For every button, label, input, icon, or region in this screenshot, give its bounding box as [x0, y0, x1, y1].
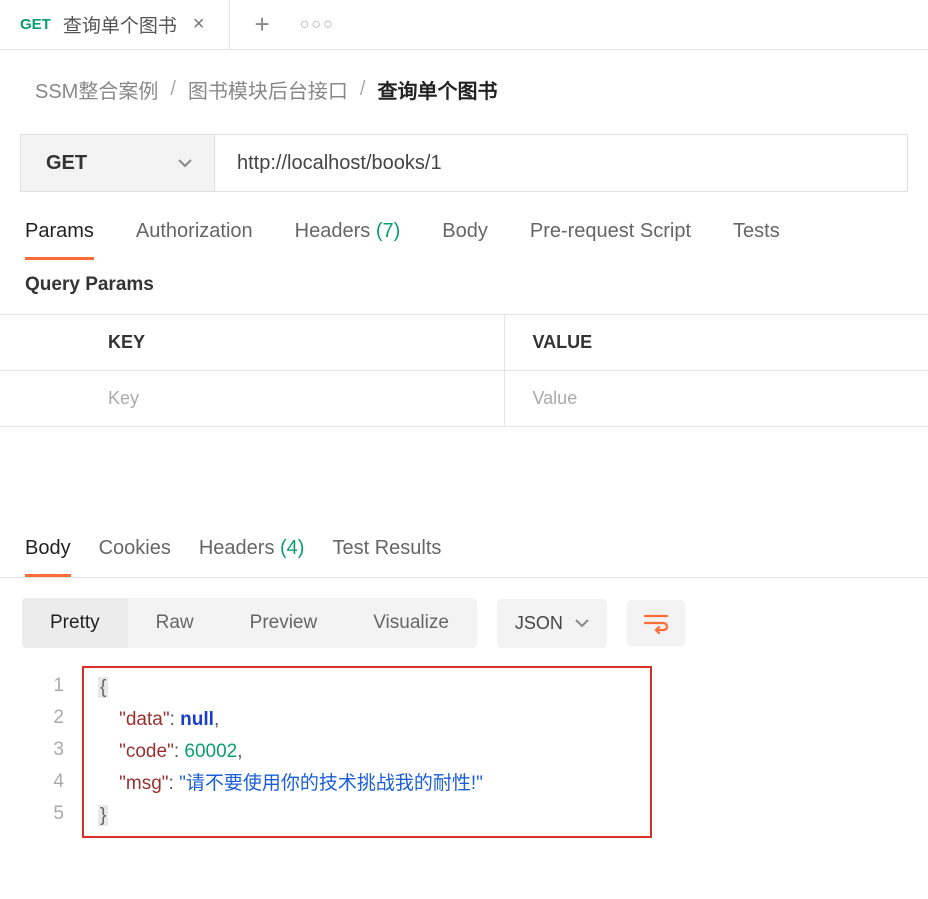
request-tab[interactable]: GET 查询单个图书 × — [0, 0, 230, 49]
col-header-key: KEY — [90, 315, 505, 370]
wrap-button[interactable] — [627, 600, 685, 646]
tab-authorization[interactable]: Authorization — [136, 220, 253, 260]
request-tabs: Params Authorization Headers (7) Body Pr… — [0, 192, 928, 260]
view-visualize[interactable]: Visualize — [345, 598, 477, 648]
col-header-value: VALUE — [505, 332, 928, 353]
request-bar: GET http://localhost/books/1 — [20, 134, 908, 192]
json-val-msg: "请不要使用你的技术挑战我的耐性!" — [179, 773, 483, 794]
code-box[interactable]: { "data": null, "code": 60002, "msg": "请… — [82, 666, 652, 838]
tab-method: GET — [20, 16, 51, 33]
json-close-brace: } — [98, 805, 108, 826]
close-icon[interactable]: × — [189, 9, 209, 40]
table-header-row: KEY VALUE — [0, 315, 928, 371]
response-tabs: Body Cookies Headers (4) Test Results — [0, 537, 928, 578]
tab-prerequest[interactable]: Pre-request Script — [530, 220, 691, 260]
view-raw[interactable]: Raw — [128, 598, 222, 648]
value-input[interactable]: Value — [505, 388, 928, 409]
json-key-data: "data" — [119, 709, 169, 730]
json-open-brace: { — [98, 677, 108, 698]
tab-params[interactable]: Params — [25, 220, 94, 260]
breadcrumb: SSM整合案例 / 图书模块后台接口 / 查询单个图书 — [0, 50, 928, 124]
headers-count: (7) — [376, 220, 400, 242]
tab-body[interactable]: Body — [442, 220, 488, 260]
tab-actions: + ○○○ — [255, 9, 335, 40]
resp-tab-tests[interactable]: Test Results — [332, 537, 441, 577]
breadcrumb-item[interactable]: SSM整合案例 — [35, 75, 158, 104]
breadcrumb-current: 查询单个图书 — [377, 75, 497, 104]
url-input[interactable]: http://localhost/books/1 — [215, 134, 908, 192]
line-number: 4 — [22, 766, 64, 798]
view-pretty[interactable]: Pretty — [22, 598, 128, 648]
view-tabs: Pretty Raw Preview Visualize — [22, 598, 477, 648]
table-input-row[interactable]: Key Value — [0, 371, 928, 427]
view-preview[interactable]: Preview — [222, 598, 346, 648]
tab-headers[interactable]: Headers (7) — [295, 220, 401, 260]
view-row: Pretty Raw Preview Visualize JSON — [0, 578, 928, 648]
response-body: 1 2 3 4 5 { "data": null, "code": 60002,… — [22, 666, 906, 838]
resp-tab-headers[interactable]: Headers (4) — [199, 537, 305, 577]
tab-bar: GET 查询单个图书 × + ○○○ — [0, 0, 928, 50]
line-number: 5 — [22, 798, 64, 830]
wrap-icon — [643, 612, 669, 634]
json-key-code: "code" — [119, 741, 174, 762]
query-params-label: Query Params — [0, 260, 928, 314]
params-table: KEY VALUE Key Value — [0, 314, 928, 427]
format-value: JSON — [515, 613, 563, 634]
line-number: 1 — [22, 670, 64, 702]
more-icon[interactable]: ○○○ — [300, 16, 335, 34]
new-tab-button[interactable]: + — [255, 9, 270, 40]
resp-tab-body[interactable]: Body — [25, 537, 71, 577]
json-val-code: 60002 — [184, 741, 237, 762]
resp-tab-cookies[interactable]: Cookies — [99, 537, 171, 577]
url-value: http://localhost/books/1 — [237, 152, 442, 175]
tab-headers-label: Headers — [295, 220, 376, 242]
resp-headers-count: (4) — [280, 537, 304, 559]
line-number: 3 — [22, 734, 64, 766]
resp-headers-label: Headers — [199, 537, 280, 559]
line-number: 2 — [22, 702, 64, 734]
chevron-down-icon — [178, 155, 192, 171]
json-val-null: null — [180, 709, 214, 730]
breadcrumb-sep: / — [360, 78, 366, 101]
json-key-msg: "msg" — [119, 773, 168, 794]
breadcrumb-sep: / — [170, 78, 176, 101]
key-input[interactable]: Key — [90, 371, 505, 426]
line-numbers: 1 2 3 4 5 — [22, 666, 82, 838]
method-select[interactable]: GET — [20, 134, 215, 192]
chevron-down-icon — [575, 619, 589, 628]
tab-tests[interactable]: Tests — [733, 220, 780, 260]
breadcrumb-item[interactable]: 图书模块后台接口 — [188, 75, 348, 104]
tab-title: 查询单个图书 — [63, 11, 177, 38]
format-select[interactable]: JSON — [497, 599, 607, 648]
method-value: GET — [46, 152, 87, 175]
